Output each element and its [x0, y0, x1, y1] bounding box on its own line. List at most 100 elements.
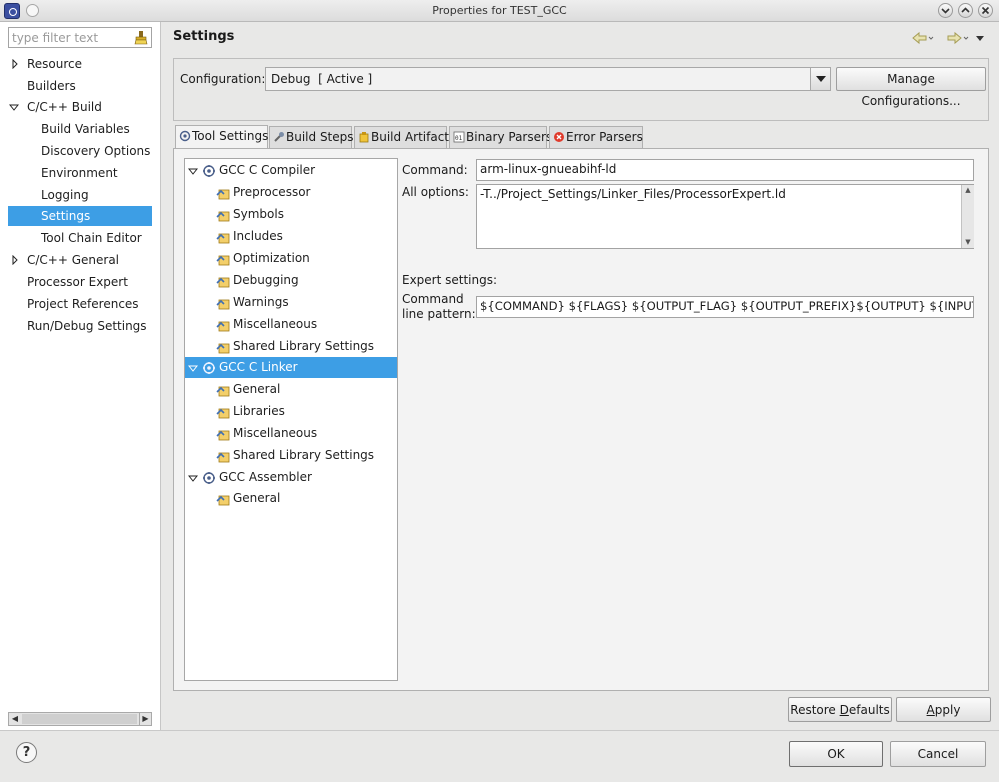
- collapse-icon[interactable]: [188, 166, 198, 176]
- tree-item-includes[interactable]: Includes: [185, 226, 397, 247]
- tree-item-gcc-c-linker[interactable]: GCC C Linker: [185, 357, 397, 378]
- cancel-button[interactable]: Cancel: [890, 741, 986, 767]
- expand-icon[interactable]: [10, 59, 20, 69]
- ok-button[interactable]: OK: [789, 741, 883, 767]
- tree-label: General: [233, 491, 281, 505]
- nav-label: Discovery Options: [41, 144, 151, 158]
- minimize-button[interactable]: [938, 3, 953, 18]
- tool-icon: [203, 472, 215, 484]
- tree-label: Debugging: [233, 273, 299, 287]
- scroll-thumb[interactable]: [22, 714, 137, 724]
- command-field[interactable]: arm-linux-gnueabihf-ld: [476, 159, 974, 181]
- tab-binary-parsers[interactable]: 01 Binary Parsers: [449, 126, 552, 148]
- tree-item-linker-shared-library-settings[interactable]: Shared Library Settings: [185, 445, 397, 466]
- nav-item-settings[interactable]: Settings: [8, 206, 152, 226]
- scroll-down-icon[interactable]: ▼: [962, 237, 974, 248]
- tree-item-shared-library-settings[interactable]: Shared Library Settings: [185, 336, 397, 357]
- command-pattern-label-line1: Command: [402, 292, 464, 306]
- tree-item-warnings[interactable]: Warnings: [185, 292, 397, 313]
- tab-label: Tool Settings: [192, 129, 269, 143]
- tree-item-linker-miscellaneous[interactable]: Miscellaneous: [185, 423, 397, 444]
- tab-build-artifact[interactable]: Build Artifact: [354, 126, 449, 148]
- minimize-icon: [941, 8, 950, 14]
- error-parsers-icon: [554, 132, 564, 142]
- view-menu-icon[interactable]: [976, 36, 984, 41]
- tree-label: Symbols: [233, 207, 284, 221]
- tab-error-parsers[interactable]: Error Parsers: [549, 126, 643, 148]
- scroll-up-icon[interactable]: ▲: [962, 185, 974, 196]
- manage-configurations-button[interactable]: Manage Configurations...: [836, 67, 986, 108]
- nav-item-tool-chain-editor[interactable]: Tool Chain Editor: [8, 228, 152, 248]
- all-options-value: -T../Project_Settings/Linker_Files/Proce…: [480, 187, 786, 201]
- all-options-label: All options:: [402, 185, 469, 199]
- tree-item-preprocessor[interactable]: Preprocessor: [185, 182, 397, 203]
- tree-item-linker-general[interactable]: General: [185, 379, 397, 400]
- tree-item-assembler-general[interactable]: General: [185, 488, 397, 509]
- option-category-icon: [216, 495, 230, 506]
- tree-item-gcc-assembler[interactable]: GCC Assembler: [185, 467, 397, 488]
- nav-item-resource[interactable]: Resource: [8, 54, 152, 74]
- tab-label: Build Steps: [286, 130, 354, 144]
- title-bar: Properties for TEST_GCC: [0, 0, 999, 22]
- tab-tool-settings[interactable]: Tool Settings: [175, 125, 268, 149]
- option-category-icon: [216, 386, 230, 397]
- forward-arrow-icon[interactable]: [947, 31, 969, 45]
- dropdown-arrow-icon[interactable]: [810, 68, 830, 90]
- nav-item-logging[interactable]: Logging: [8, 185, 152, 205]
- nav-item-build-variables[interactable]: Build Variables: [8, 119, 152, 139]
- nav-item-project-references[interactable]: Project References: [8, 294, 152, 314]
- tool-settings-icon: [179, 130, 191, 142]
- collapse-icon[interactable]: [188, 473, 198, 483]
- option-category-icon: [216, 211, 230, 222]
- tree-item-gcc-c-compiler[interactable]: GCC C Compiler: [185, 160, 397, 181]
- tree-item-symbols[interactable]: Symbols: [185, 204, 397, 225]
- filter-input[interactable]: [11, 30, 131, 45]
- nav-horizontal-scrollbar[interactable]: ◀ ▶: [8, 712, 152, 726]
- apply-button[interactable]: Apply: [896, 697, 991, 722]
- nav-label: C/C++ Build: [27, 100, 102, 114]
- tree-item-debugging[interactable]: Debugging: [185, 270, 397, 291]
- nav-label: Tool Chain Editor: [41, 231, 142, 245]
- option-category-icon: [216, 189, 230, 200]
- nav-item-environment[interactable]: Environment: [8, 163, 152, 183]
- scroll-right-icon[interactable]: ▶: [139, 713, 151, 725]
- all-options-field[interactable]: -T../Project_Settings/Linker_Files/Proce…: [476, 184, 974, 249]
- nav-item-c-cpp-general[interactable]: C/C++ General: [8, 250, 152, 270]
- maximize-button[interactable]: [958, 3, 973, 18]
- page-title: Settings: [173, 29, 235, 44]
- binary-parsers-icon: 01: [453, 131, 465, 143]
- nav-item-discovery-options[interactable]: Discovery Options: [8, 141, 152, 161]
- option-category-icon: [216, 343, 230, 354]
- clear-filter-icon[interactable]: [134, 30, 148, 45]
- nav-label: Project References: [27, 297, 139, 311]
- nav-item-c-cpp-build[interactable]: C/C++ Build: [8, 97, 152, 117]
- tab-label: Binary Parsers: [466, 130, 553, 144]
- properties-dialog: Properties for TEST_GCC Resource Builder…: [0, 0, 999, 782]
- option-category-icon: [216, 299, 230, 310]
- restore-defaults-button[interactable]: Restore Defaults: [788, 697, 892, 722]
- collapse-icon[interactable]: [188, 363, 198, 373]
- tree-item-miscellaneous[interactable]: Miscellaneous: [185, 314, 397, 335]
- history-navigation: [912, 31, 984, 45]
- help-icon[interactable]: ?: [16, 742, 37, 763]
- close-button[interactable]: [978, 3, 993, 18]
- nav-item-run-debug-settings[interactable]: Run/Debug Settings: [8, 316, 152, 336]
- filter-box: [8, 27, 152, 48]
- tab-build-steps[interactable]: Build Steps: [269, 126, 354, 148]
- tree-item-libraries[interactable]: Libraries: [185, 401, 397, 422]
- all-options-scrollbar[interactable]: ▲ ▼: [961, 185, 974, 248]
- command-label: Command:: [402, 163, 468, 177]
- configuration-select[interactable]: Debug [ Active ]: [265, 67, 831, 91]
- tree-item-optimization[interactable]: Optimization: [185, 248, 397, 269]
- close-icon: [981, 6, 990, 15]
- nav-item-processor-expert[interactable]: Processor Expert: [8, 272, 152, 292]
- nav-item-builders[interactable]: Builders: [8, 76, 152, 96]
- build-artifact-icon: [359, 132, 369, 143]
- scroll-left-icon[interactable]: ◀: [9, 713, 21, 725]
- expand-icon[interactable]: [10, 255, 20, 265]
- collapse-icon[interactable]: [9, 102, 19, 112]
- back-arrow-icon[interactable]: [912, 31, 934, 45]
- command-line-pattern-field[interactable]: ${COMMAND} ${FLAGS} ${OUTPUT_FLAG} ${OUT…: [476, 296, 974, 318]
- nav-label: Logging: [41, 188, 89, 202]
- maximize-icon: [961, 7, 970, 13]
